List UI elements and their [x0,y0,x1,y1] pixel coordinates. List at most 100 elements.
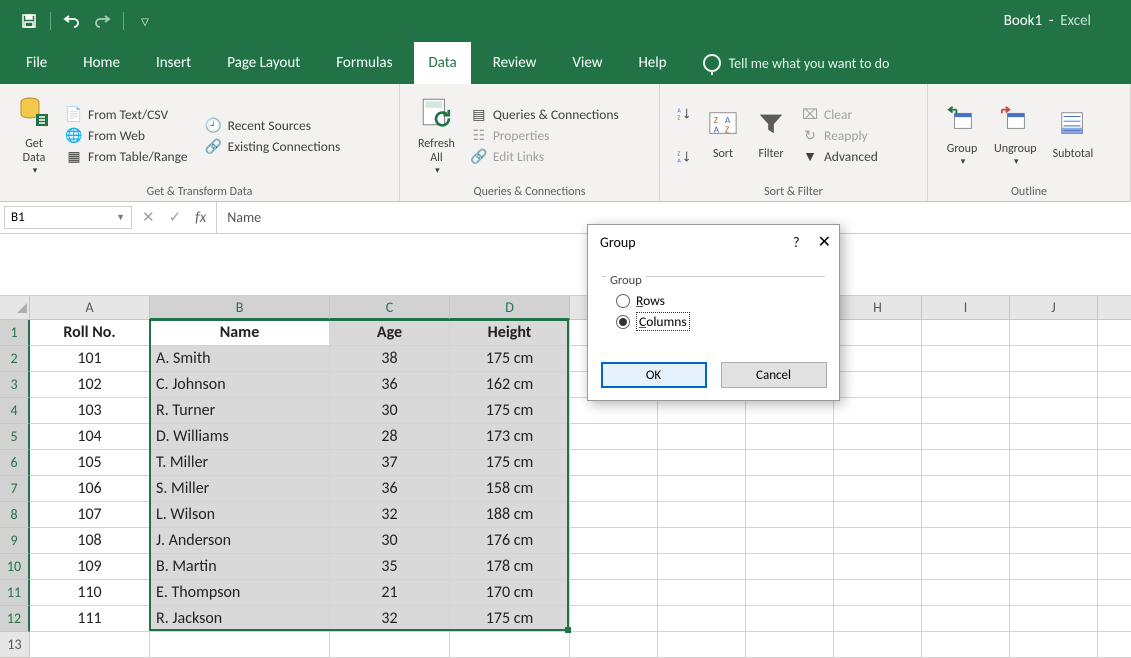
cell-C7[interactable]: 36 [330,476,450,502]
cell-C11[interactable]: 21 [330,580,450,606]
cell-I10[interactable] [922,554,1010,580]
cell-A7[interactable]: 106 [30,476,150,502]
cell-C10[interactable]: 35 [330,554,450,580]
cell-H1[interactable] [834,320,922,346]
cell-D6[interactable]: 175 cm [450,450,570,476]
refresh-all-button[interactable]: Refresh All ▾ [410,88,463,183]
cell-E9[interactable] [570,528,658,554]
column-header-A[interactable]: A [30,296,150,320]
cell-B12[interactable]: R. Jackson [150,606,330,632]
name-box[interactable]: B1 ▼ [4,206,132,229]
get-data-button[interactable]: Get Data ▾ [10,88,58,183]
subtotal-button[interactable]: Subtotal [1045,88,1102,183]
cell-E4[interactable] [570,398,658,424]
cell-C8[interactable]: 32 [330,502,450,528]
cell-H5[interactable] [834,424,922,450]
cell-B7[interactable]: S. Miller [150,476,330,502]
from-web-button[interactable]: 🌐From Web [62,126,192,145]
row-header-1[interactable]: 1 [0,320,30,346]
ok-button[interactable]: OK [601,362,707,388]
cell-E8[interactable] [570,502,658,528]
tab-data[interactable]: Data [414,42,470,84]
from-table-range-button[interactable]: ▦From Table/Range [62,147,192,166]
row-header-6[interactable]: 6 [0,450,30,476]
cell-A6[interactable]: 105 [30,450,150,476]
cell-K11[interactable] [1098,580,1131,606]
cell-B3[interactable]: C. Johnson [150,372,330,398]
existing-connections-button[interactable]: 🔗Existing Connections [202,137,345,156]
cell-F6[interactable] [658,450,746,476]
recent-sources-button[interactable]: 🕘Recent Sources [202,116,345,135]
row-header-3[interactable]: 3 [0,372,30,398]
cell-H2[interactable] [834,346,922,372]
cell-D3[interactable]: 162 cm [450,372,570,398]
cell-G5[interactable] [746,424,834,450]
cell-B1[interactable]: Name [150,320,330,346]
filter-button[interactable]: Filter [748,88,794,183]
cell-B8[interactable]: L. Wilson [150,502,330,528]
cell-D9[interactable]: 176 cm [450,528,570,554]
cell-B10[interactable]: B. Martin [150,554,330,580]
cell-K9[interactable] [1098,528,1131,554]
cancel-formula-icon[interactable]: ✕ [142,208,155,227]
cell-F11[interactable] [658,580,746,606]
cell-K12[interactable] [1098,606,1131,632]
cell-C9[interactable]: 30 [330,528,450,554]
tab-home[interactable]: Home [69,42,134,84]
cell-G4[interactable] [746,398,834,424]
cell-B5[interactable]: D. Williams [150,424,330,450]
cell-D13[interactable] [450,632,570,658]
row-header-8[interactable]: 8 [0,502,30,528]
cell-D8[interactable]: 188 cm [450,502,570,528]
row-header-2[interactable]: 2 [0,346,30,372]
cell-B6[interactable]: T. Miller [150,450,330,476]
cell-G10[interactable] [746,554,834,580]
cell-J4[interactable] [1010,398,1098,424]
cell-F8[interactable] [658,502,746,528]
save-icon[interactable] [18,6,40,36]
cell-H9[interactable] [834,528,922,554]
column-header-J[interactable]: J [1010,296,1098,320]
row-header-11[interactable]: 11 [0,580,30,606]
cell-C12[interactable]: 32 [330,606,450,632]
cell-D10[interactable]: 178 cm [450,554,570,580]
cell-B11[interactable]: E. Thompson [150,580,330,606]
cell-F10[interactable] [658,554,746,580]
cell-A3[interactable]: 102 [30,372,150,398]
cell-A9[interactable]: 108 [30,528,150,554]
cell-I2[interactable] [922,346,1010,372]
cell-I4[interactable] [922,398,1010,424]
cell-C2[interactable]: 38 [330,346,450,372]
cancel-button[interactable]: Cancel [721,362,827,388]
row-header-7[interactable]: 7 [0,476,30,502]
cell-F4[interactable] [658,398,746,424]
sort-desc-icon[interactable]: ZA [670,143,698,171]
column-header-I[interactable]: I [922,296,1010,320]
cell-K10[interactable] [1098,554,1131,580]
row-header-5[interactable]: 5 [0,424,30,450]
undo-icon[interactable] [61,6,83,36]
cell-J1[interactable] [1010,320,1098,346]
cell-I1[interactable] [922,320,1010,346]
cell-F7[interactable] [658,476,746,502]
cell-E5[interactable] [570,424,658,450]
cell-E13[interactable] [570,632,658,658]
cell-E6[interactable] [570,450,658,476]
tab-file[interactable]: File [12,42,61,84]
radio-columns[interactable]: Columns [616,312,825,331]
cell-A1[interactable]: Roll No. [30,320,150,346]
edit-links-button[interactable]: 🔗Edit Links [467,147,623,166]
tab-view[interactable]: View [558,42,616,84]
cell-J9[interactable] [1010,528,1098,554]
cell-D5[interactable]: 173 cm [450,424,570,450]
cell-B9[interactable]: J. Anderson [150,528,330,554]
cell-J8[interactable] [1010,502,1098,528]
cell-I3[interactable] [922,372,1010,398]
cell-B2[interactable]: A. Smith [150,346,330,372]
cell-H11[interactable] [834,580,922,606]
cell-C1[interactable]: Age [330,320,450,346]
sort-asc-icon[interactable]: AZ [670,100,698,128]
cell-K3[interactable] [1098,372,1131,398]
cell-E12[interactable] [570,606,658,632]
cell-C6[interactable]: 37 [330,450,450,476]
